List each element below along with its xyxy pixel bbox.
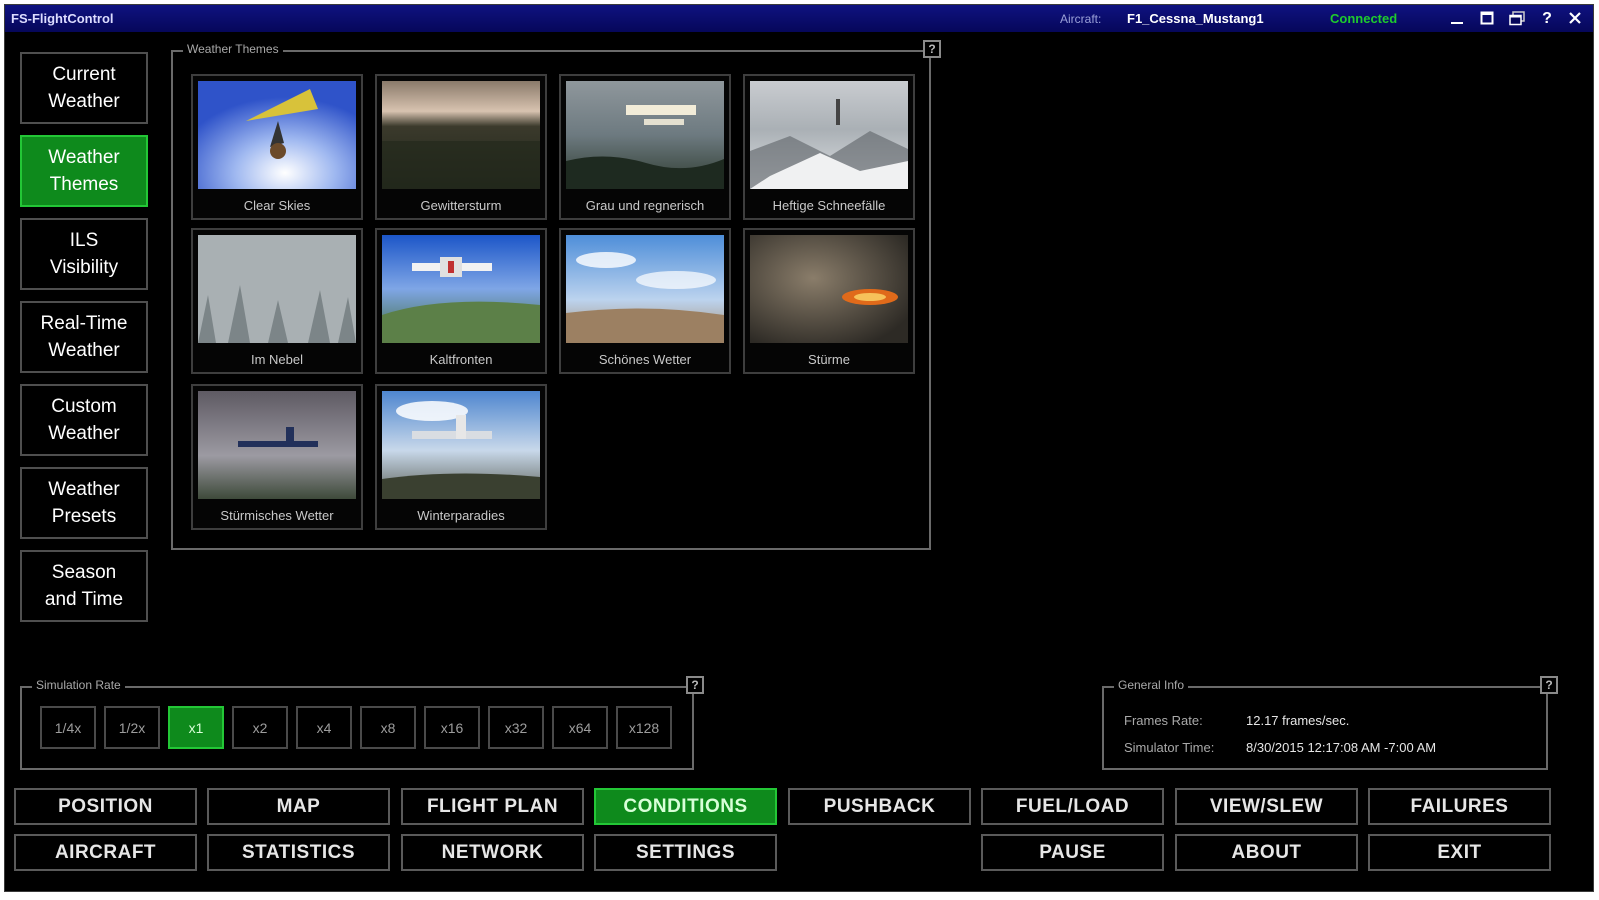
theme-thumbnail xyxy=(382,81,540,189)
about-button[interactable]: ABOUT xyxy=(1175,834,1358,871)
simulator-time-value: 8/30/2015 12:17:08 AM -7:00 AM xyxy=(1246,740,1437,755)
rate-button-quarter[interactable]: 1/4x xyxy=(40,706,96,749)
tab-failures[interactable]: FAILURES xyxy=(1368,788,1551,825)
rate-button-x32[interactable]: x32 xyxy=(488,706,544,749)
theme-caption: Clear Skies xyxy=(243,198,311,213)
theme-thumbnail xyxy=(382,391,540,499)
weather-themes-panel: Weather Themes ? Clear Skies Gewitterstu… xyxy=(171,40,941,550)
theme-caption: Stürmisches Wetter xyxy=(220,508,334,523)
rate-button-x8[interactable]: x8 xyxy=(360,706,416,749)
nav-season-and-time[interactable]: Season and Time xyxy=(20,550,148,622)
tab-statistics[interactable]: STATISTICS xyxy=(207,834,390,871)
theme-thumbnail xyxy=(198,391,356,499)
tab-aircraft[interactable]: AIRCRAFT xyxy=(14,834,197,871)
theme-thumbnail xyxy=(750,81,908,189)
app-title: FS-FlightControl xyxy=(11,11,114,26)
maximize-icon[interactable] xyxy=(1475,8,1499,29)
theme-thumbnail xyxy=(566,81,724,189)
simulator-time-row: Simulator Time: 8/30/2015 12:17:08 AM -7:… xyxy=(1124,740,1436,755)
weather-themes-title: Weather Themes xyxy=(183,42,283,56)
simulator-time-label: Simulator Time: xyxy=(1124,740,1215,755)
theme-tile-heftige-schneefaelle[interactable]: Heftige Schneefälle xyxy=(743,74,915,220)
frame-rate-label: Frames Rate: xyxy=(1124,713,1203,728)
theme-caption: Gewittersturm xyxy=(420,198,502,213)
nav-current-weather[interactable]: Current Weather xyxy=(20,52,148,124)
theme-caption: Grau und regnerisch xyxy=(585,198,705,213)
help-icon[interactable]: ? xyxy=(923,40,941,58)
restore-window-icon[interactable] xyxy=(1505,8,1529,29)
aircraft-name: F1_Cessna_Mustang1 xyxy=(1127,11,1264,26)
rate-button-x1[interactable]: x1 xyxy=(168,706,224,749)
theme-caption: Heftige Schneefälle xyxy=(772,198,886,213)
rate-button-x64[interactable]: x64 xyxy=(552,706,608,749)
theme-thumbnail xyxy=(750,235,908,343)
theme-caption: Winterparadies xyxy=(417,508,505,523)
nav-real-time-weather[interactable]: Real-Time Weather xyxy=(20,301,148,373)
app-window: FS-FlightControl Aircraft: F1_Cessna_Mus… xyxy=(5,5,1593,891)
help-icon[interactable]: ? xyxy=(686,676,704,694)
tab-conditions[interactable]: CONDITIONS xyxy=(594,788,777,825)
simulation-rate-panel: Simulation Rate ? 1/4x 1/2x x1 x2 x4 x8 … xyxy=(20,676,704,770)
tab-pushback[interactable]: PUSHBACK xyxy=(788,788,971,825)
help-icon[interactable]: ? xyxy=(1535,8,1559,29)
theme-tile-clear-skies[interactable]: Clear Skies xyxy=(191,74,363,220)
nav-custom-weather[interactable]: Custom Weather xyxy=(20,384,148,456)
theme-caption: Schönes Wetter xyxy=(598,352,692,367)
aircraft-label: Aircraft: xyxy=(1060,12,1102,26)
general-info-title: General Info xyxy=(1114,678,1189,692)
frame-rate-row: Frames Rate: 12.17 frames/sec. xyxy=(1124,713,1349,728)
frame-rate-value: 12.17 frames/sec. xyxy=(1246,713,1350,728)
tab-flight-plan[interactable]: FLIGHT PLAN xyxy=(401,788,584,825)
theme-tile-kaltfronten[interactable]: Kaltfronten xyxy=(375,228,547,374)
general-info-panel: General Info ? Frames Rate: 12.17 frames/… xyxy=(1102,676,1558,770)
tab-network[interactable]: NETWORK xyxy=(401,834,584,871)
pause-button[interactable]: PAUSE xyxy=(981,834,1164,871)
nav-weather-themes[interactable]: Weather Themes xyxy=(20,135,148,207)
close-icon[interactable] xyxy=(1563,8,1587,29)
theme-tile-grau-und-regnerisch[interactable]: Grau und regnerisch xyxy=(559,74,731,220)
rate-button-x2[interactable]: x2 xyxy=(232,706,288,749)
simulation-rate-title: Simulation Rate xyxy=(32,678,125,692)
theme-tile-winterparadies[interactable]: Winterparadies xyxy=(375,384,547,530)
tab-fuel-load[interactable]: FUEL/LOAD xyxy=(981,788,1164,825)
theme-thumbnail xyxy=(198,235,356,343)
minimize-icon[interactable] xyxy=(1445,8,1469,29)
nav-weather-presets[interactable]: Weather Presets xyxy=(20,467,148,539)
rate-button-x4[interactable]: x4 xyxy=(296,706,352,749)
rate-button-x128[interactable]: x128 xyxy=(616,706,672,749)
theme-tile-stuerme[interactable]: Stürme xyxy=(743,228,915,374)
nav-ils-visibility[interactable]: ILS Visibility xyxy=(20,218,148,290)
rate-button-half[interactable]: 1/2x xyxy=(104,706,160,749)
theme-thumbnail xyxy=(382,235,540,343)
title-bar[interactable]: FS-FlightControl Aircraft: F1_Cessna_Mus… xyxy=(5,5,1593,32)
theme-tile-stuermisches-wetter[interactable]: Stürmisches Wetter xyxy=(191,384,363,530)
theme-caption: Im Nebel xyxy=(250,352,304,367)
connection-status: Connected xyxy=(1330,11,1398,26)
tab-position[interactable]: POSITION xyxy=(14,788,197,825)
tab-settings[interactable]: SETTINGS xyxy=(594,834,777,871)
theme-caption: Kaltfronten xyxy=(429,352,493,367)
rate-button-x16[interactable]: x16 xyxy=(424,706,480,749)
theme-tile-gewittersturm[interactable]: Gewittersturm xyxy=(375,74,547,220)
tab-view-slew[interactable]: VIEW/SLEW xyxy=(1175,788,1358,825)
theme-caption: Stürme xyxy=(808,352,850,367)
theme-tile-im-nebel[interactable]: Im Nebel xyxy=(191,228,363,374)
theme-thumbnail xyxy=(566,235,724,343)
exit-button[interactable]: EXIT xyxy=(1368,834,1551,871)
theme-thumbnail xyxy=(198,81,356,189)
tab-map[interactable]: MAP xyxy=(207,788,390,825)
help-icon[interactable]: ? xyxy=(1540,676,1558,694)
theme-tile-schoenes-wetter[interactable]: Schönes Wetter xyxy=(559,228,731,374)
